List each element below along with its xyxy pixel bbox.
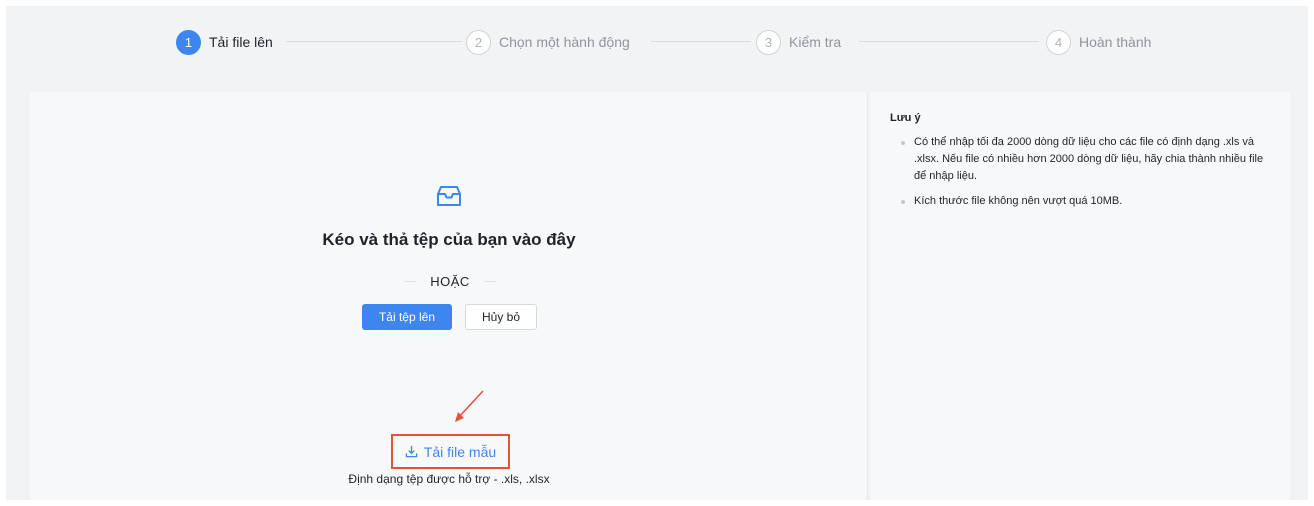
step-number: 4: [1046, 29, 1071, 55]
download-template-link[interactable]: Tải file mẫu: [391, 434, 510, 469]
divider-line: [483, 280, 496, 282]
bullet-icon: [901, 200, 905, 204]
dropzone-title: Kéo và thả tệp của bạn vào đây: [322, 230, 576, 249]
inbox-icon: [437, 186, 461, 206]
supported-formats-text: Định dạng tệp được hỗ trợ - .xls, .xlsx: [348, 472, 550, 486]
stepper: 1 Tải file lên 2 Chọn một hành động 3 Ki…: [176, 29, 1176, 55]
step-label: Hoàn thành: [1079, 34, 1152, 50]
note-item: Có thể nhập tối đa 2000 dòng dữ liệu cho…: [890, 134, 1276, 185]
step-label: Tải file lên: [209, 34, 273, 50]
notes-panel: Lưu ý Có thể nhập tối đa 2000 dòng dữ li…: [871, 92, 1290, 500]
step-connector: [286, 41, 462, 42]
bullet-icon: [901, 141, 905, 145]
note-text: Có thể nhập tối đa 2000 dòng dữ liệu cho…: [914, 136, 1264, 182]
step-review[interactable]: 3 Kiểm tra: [756, 29, 841, 55]
step-label: Kiểm tra: [789, 34, 842, 50]
upload-file-button[interactable]: Tải tệp lên: [362, 304, 452, 330]
download-icon: [405, 445, 418, 458]
annotation-arrow: [455, 390, 484, 422]
download-template-label: Tải file mẫu: [423, 443, 497, 460]
step-number: 1: [176, 29, 201, 55]
notes-list: Có thể nhập tối đa 2000 dòng dữ liệu cho…: [890, 134, 1276, 218]
or-text: HOẶC: [430, 273, 470, 289]
step-complete[interactable]: 4 Hoàn thành: [1046, 29, 1151, 55]
or-divider: HOẶC: [400, 273, 500, 289]
step-upload[interactable]: 1 Tải file lên: [176, 29, 273, 55]
step-number: 3: [756, 29, 781, 55]
step-number: 2: [466, 29, 491, 55]
upload-dropzone[interactable]: Kéo và thả tệp của bạn vào đây HOẶC Tải …: [30, 92, 868, 500]
note-text: Kích thước file không nên vượt quá 10MB.: [914, 195, 1123, 207]
step-label: Chọn một hành động: [499, 34, 630, 50]
cancel-button[interactable]: Hủy bỏ: [465, 304, 537, 330]
step-choose-action[interactable]: 2 Chọn một hành động: [466, 29, 630, 55]
divider-line: [404, 280, 417, 282]
step-connector: [859, 41, 1039, 42]
notes-title: Lưu ý: [890, 112, 921, 124]
note-item: Kích thước file không nên vượt quá 10MB.: [890, 193, 1276, 210]
step-connector: [651, 41, 751, 42]
